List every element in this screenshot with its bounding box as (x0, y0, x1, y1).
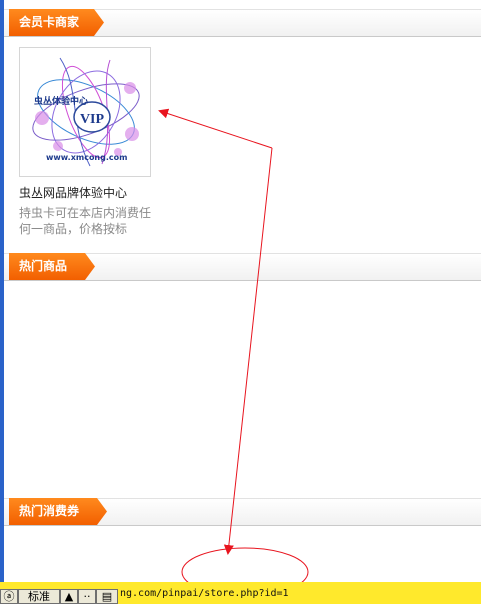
merchant-logo[interactable]: VIP 虫丛体验中心 www.xmcong.com (19, 47, 151, 177)
zoom-standard-button[interactable]: 标准 (18, 589, 60, 604)
annotation-arrow-to-logo (158, 108, 273, 149)
logo-url-text: www.xmcong.com (46, 153, 127, 162)
merchant-description: 持虫卡可在本店内消费任 何一商品，价格按标 (19, 205, 159, 237)
annotation-arrow-to-status (223, 147, 273, 555)
merchant-name[interactable]: 虫丛网品牌体验中心 (19, 184, 169, 201)
keyboard-icon[interactable]: ▤ (96, 589, 118, 604)
ie-globe-icon[interactable]: ⓐ (0, 589, 18, 604)
logo-title-text: 虫丛体验中心 (34, 95, 88, 107)
vip-badge-text: VIP (80, 112, 105, 127)
hot-coupons-header: 热门消费券 (4, 498, 481, 526)
merchant-description-line-2: 何一商品，价格按标 (19, 222, 128, 236)
vip-logo-graphic: VIP 虫丛体验中心 www.xmcong.com (32, 57, 140, 167)
status-url: ng.com/pinpai/store.php?id=1 (120, 588, 289, 599)
hot-coupons-tab[interactable]: 热门消费券 (9, 498, 107, 525)
window-left-edge (0, 0, 4, 582)
member-merchants-tab[interactable]: 会员卡商家 (9, 9, 104, 36)
dots-icon[interactable]: ·· (78, 589, 96, 604)
hot-products-header: 热门商品 (4, 253, 481, 281)
pointer-icon[interactable]: ▲ (60, 589, 78, 604)
merchant-description-line-1: 持虫卡可在本店内消费任 (19, 206, 152, 220)
hot-products-tab[interactable]: 热门商品 (9, 253, 95, 280)
member-merchants-header: 会员卡商家 (4, 9, 481, 37)
